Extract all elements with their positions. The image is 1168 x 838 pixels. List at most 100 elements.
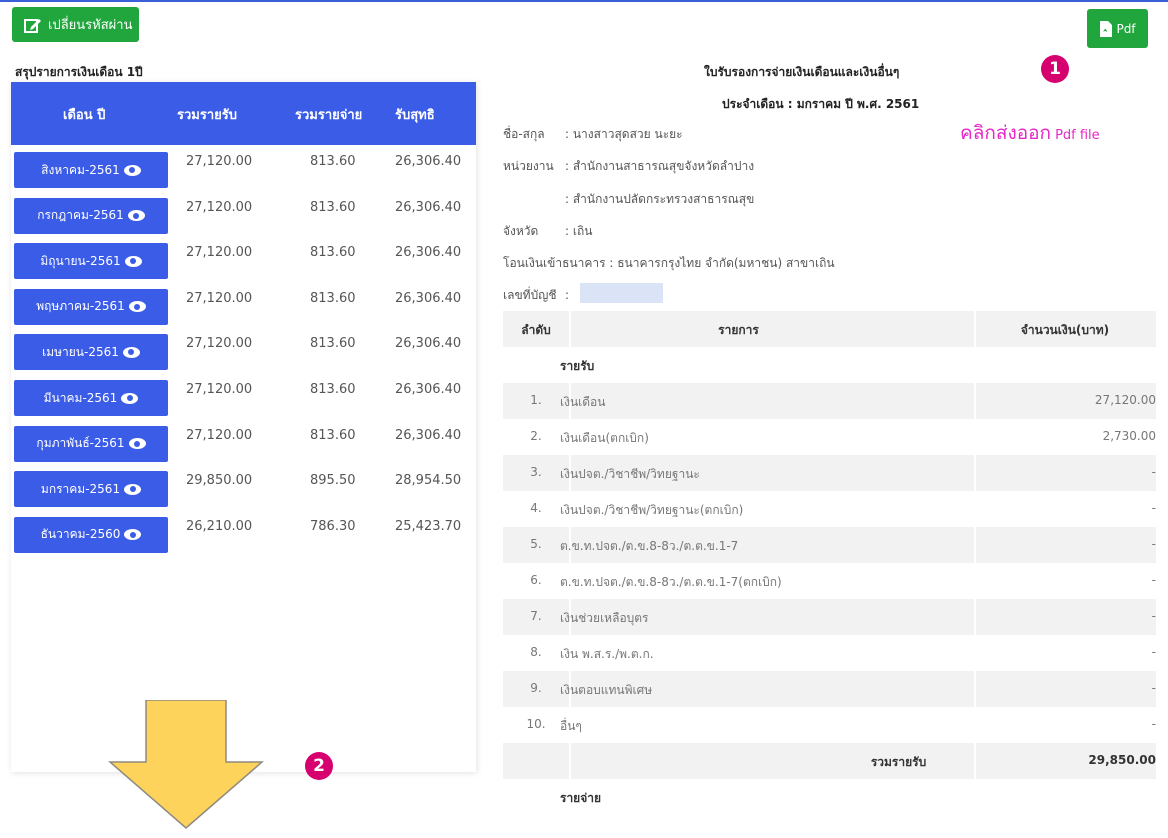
unit-value: : สำนักงานสาธารณสุขจังหวัดลำปาง [565,159,755,173]
redacted-account-number [580,283,663,303]
total-income-row: รวมรายรับ 29,850.00 [503,743,1156,779]
row-income: 27,120.00 [186,382,253,397]
slip-item-row: 7. เงินช่วยเหลือบุตร - [503,599,1156,635]
row-income: 27,120.00 [186,154,253,169]
expense-section-row: รายจ่าย [503,779,1156,815]
slip-item-row: 8. เงิน พ.ส.ร./พ.ต.ก. - [503,635,1156,671]
eye-icon [128,301,146,313]
name-value: : นางสาวสุดสวย นะยะ [565,127,683,141]
month-label: พฤษภาคม-2561 [36,299,125,314]
summary-row: พฤษภาคม-2561 27,120.00 813.60 26,306.40 [11,288,476,333]
row-expense: 786.30 [310,518,356,534]
slip-item-row: 1. เงินเดือน 27,120.00 [503,383,1156,419]
row-expense: 895.50 [310,473,356,489]
eye-icon [122,346,140,358]
slip-subtitle: ประจำเดือน : มกราคม ปี พ.ศ. 2561 [722,97,920,111]
item-amount: - [1151,609,1156,623]
summary-row: มิถุนายน-2561 27,120.00 813.60 26,306.40 [11,243,476,287]
unit-label: หน่วยงาน [503,159,554,173]
slip-item-row: 6. ต.ข.ท.ปจต./ต.ข.8-8ว./ต.ต.ข.1-7(ตกเบิก)… [503,563,1156,599]
unit-line-2: : สำนักงานปลัดกระทรวงสาธารณสุข [565,192,755,206]
row-income: 26,210.00 [186,518,253,534]
summary-row: ธันวาคม-2560 26,210.00 786.30 25,423.70 [11,516,476,561]
month-button[interactable]: กรกฎาคม-2561 [14,197,168,234]
month-label: มกราคม-2561 [40,481,121,496]
item-amount: 2,730.00 [1102,429,1156,443]
row-expense: 813.60 [310,199,356,215]
eye-icon [121,392,139,404]
month-label: กรกฎาคม-2561 [37,208,124,223]
eye-icon [128,438,146,450]
row-income: 27,120.00 [186,245,253,261]
month-button[interactable]: มีนาคม-2561 [14,380,168,416]
total-income-value: 29,850.00 [1088,753,1156,767]
eye-icon [124,255,142,267]
month-button[interactable]: มิถุนายน-2561 [14,243,168,280]
pdf-export-note: คลิกส่งออก Pdf file [960,118,1100,148]
row-expense: 813.60 [310,290,356,306]
month-button[interactable]: ธันวาคม-2560 [14,516,168,553]
row-income: 27,120.00 [186,427,253,443]
month-button[interactable]: พฤษภาคม-2561 [14,288,168,325]
pdf-button-label: Pdf [1116,21,1136,36]
summary-row: เมษายน-2561 27,120.00 813.60 26,306.40 [11,334,476,378]
account-line: เลขที่บัญชี: [503,286,569,305]
slip-item-row: 5. ต.ข.ท.ปจต./ต.ข.8-8ว./ต.ต.ข.1-7- [503,527,1156,563]
income-section-label: รายรับ [560,359,595,373]
eye-icon [124,483,142,495]
item-name: เงินปจต./วิชาชีพ/วิทยฐานะ [560,467,700,481]
item-amount: - [1151,537,1156,551]
step-2-badge: 2 [305,752,333,780]
item-name: เงินเดือน [560,395,606,409]
name-label: ชื่อ-สกุล [503,127,545,141]
col-total-expense: รวมรายจ่าย [295,108,363,123]
pdf-export-button[interactable]: Pdf [1087,9,1148,48]
row-expense: 813.60 [310,382,356,397]
row-net: 26,306.40 [395,382,462,397]
unit-line: หน่วยงาน : สำนักงานสาธารณสุขจังหวัดลำปาง [503,157,754,176]
slip-table-header: ลำดับ รายการ จำนวนเงิน(บาท) [503,311,1156,347]
change-password-button[interactable]: เปลี่ยนรหัสผ่าน [12,7,139,42]
row-expense: 813.60 [310,336,356,352]
pdf-note-small: Pdf file [1055,128,1100,143]
slip-item-row: 4. เงินปจต./วิชาชีพ/วิทยฐานะ(ตกเบิก) - [503,491,1156,527]
summary-table-header: เดือน ปี รวมรายรับ รวมรายจ่าย รับสุทธิ [11,82,476,145]
row-income: 27,120.00 [186,336,253,352]
top-accent-line [0,0,1168,2]
item-amount: 27,120.00 [1094,393,1156,407]
step-1-badge: 1 [1041,55,1069,83]
row-income: 29,850.00 [186,473,253,489]
month-button[interactable]: กุมภาพันธ์-2561 [14,425,168,462]
account-value: : [565,288,570,302]
month-label: มีนาคม-2561 [43,390,118,405]
row-income: 27,120.00 [186,290,253,306]
row-net: 26,306.40 [395,336,462,352]
row-net: 26,306.40 [395,245,462,261]
month-button[interactable]: เมษายน-2561 [14,334,168,371]
account-label: เลขที่บัญชี [503,288,557,302]
province-value: : เถิน [565,224,593,238]
summary-row: มีนาคม-2561 27,120.00 813.60 26,306.40 [11,380,476,424]
summary-row: กุมภาพันธ์-2561 27,120.00 813.60 26,306.40 [11,425,476,470]
col-total-income: รวมรายรับ [177,108,237,123]
row-income: 27,120.00 [186,199,253,215]
row-net: 26,306.40 [395,427,462,443]
item-name: เงินเดือน(ตกเบิก) [560,431,649,445]
month-label: มิถุนายน-2561 [40,253,121,268]
name-line: ชื่อ-สกุล : นางสาวสุดสวย นะยะ [503,125,683,144]
eye-icon [123,164,141,176]
item-name: เงิน พ.ส.ร./พ.ต.ก. [560,647,654,661]
bank-line: โอนเงินเข้าธนาคาร : ธนาคารกรุงไทย จำกัด(… [503,256,835,270]
col-net-received: รับสุทธิ [395,108,435,123]
month-button[interactable]: สิงหาคม-2561 [14,152,168,188]
col-month-year: เดือน ปี [63,108,106,123]
month-label: เมษายน-2561 [42,344,119,359]
slip-item-row: 10. อื่นๆ - [503,707,1156,743]
slip-item-row: 2. เงินเดือน(ตกเบิก) 2,730.00 [503,419,1156,455]
item-amount: - [1151,465,1156,479]
month-label: กุมภาพันธ์-2561 [36,436,125,451]
summary-row: กรกฎาคม-2561 27,120.00 813.60 26,306.40 [11,197,476,242]
eye-icon [127,210,145,222]
month-button[interactable]: มกราคม-2561 [14,471,168,508]
item-name: ต.ข.ท.ปจต./ต.ข.8-8ว./ต.ต.ข.1-7(ตกเบิก) [560,575,782,589]
